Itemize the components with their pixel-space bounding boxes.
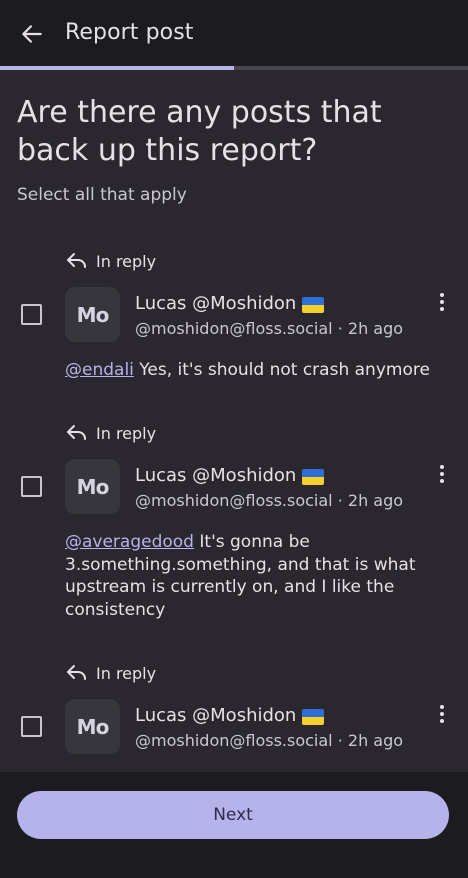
in-reply-label: In reply bbox=[96, 251, 157, 271]
in-reply-indicator: In reply bbox=[66, 421, 156, 445]
in-reply-indicator: In reply bbox=[66, 249, 156, 273]
author-handle: @moshidon@floss.social · 2h ago bbox=[135, 731, 404, 750]
in-reply-indicator: In reply bbox=[66, 661, 156, 685]
reply-icon bbox=[67, 665, 86, 680]
app-bar: Report post bbox=[0, 0, 468, 66]
ukraine-flag-icon bbox=[302, 708, 325, 725]
avatar[interactable]: Mo bbox=[65, 459, 120, 514]
footer: Next bbox=[0, 772, 468, 878]
ukraine-flag-icon bbox=[302, 468, 325, 485]
in-reply-label: In reply bbox=[96, 663, 157, 683]
page-title: Report post bbox=[65, 20, 194, 45]
author-name-text: Lucas @Moshidon bbox=[135, 465, 297, 486]
post-text: @averagedood It's gonna be 3.something.s… bbox=[65, 531, 435, 621]
back-button[interactable] bbox=[16, 18, 48, 50]
more-options-icon[interactable] bbox=[434, 290, 450, 314]
post-checkbox[interactable] bbox=[21, 476, 42, 497]
author-handle: @moshidon@floss.social · 2h ago bbox=[135, 319, 404, 338]
author-name-text: Lucas @Moshidon bbox=[135, 293, 297, 314]
author-name[interactable]: Lucas @Moshidon bbox=[135, 465, 325, 486]
in-reply-label: In reply bbox=[96, 423, 157, 443]
instruction-text: Select all that apply bbox=[17, 185, 187, 205]
author-name[interactable]: Lucas @Moshidon bbox=[135, 705, 325, 726]
reply-icon bbox=[67, 253, 86, 268]
author-name-text: Lucas @Moshidon bbox=[135, 705, 297, 726]
more-options-icon[interactable] bbox=[434, 462, 450, 486]
mention-link[interactable]: @endali bbox=[65, 360, 134, 380]
arrow-left-icon bbox=[22, 25, 42, 43]
author-handle: @moshidon@floss.social · 2h ago bbox=[135, 491, 404, 510]
avatar[interactable]: Mo bbox=[65, 287, 120, 342]
next-button[interactable]: Next bbox=[17, 791, 449, 839]
post-checkbox[interactable] bbox=[21, 304, 42, 325]
mention-link[interactable]: @averagedood bbox=[65, 532, 194, 552]
post-text-body: Yes, it's should not crash anymore bbox=[133, 360, 430, 380]
ukraine-flag-icon bbox=[302, 296, 325, 313]
report-content: Are there any posts that back up this re… bbox=[0, 70, 468, 772]
reply-icon bbox=[67, 425, 86, 440]
post-text: @endali Yes, it's should not crash anymo… bbox=[65, 359, 435, 382]
more-options-icon[interactable] bbox=[434, 702, 450, 726]
author-name[interactable]: Lucas @Moshidon bbox=[135, 293, 325, 314]
question-heading: Are there any posts that back up this re… bbox=[17, 95, 382, 168]
avatar[interactable]: Mo bbox=[65, 699, 120, 754]
post-checkbox[interactable] bbox=[21, 716, 42, 737]
